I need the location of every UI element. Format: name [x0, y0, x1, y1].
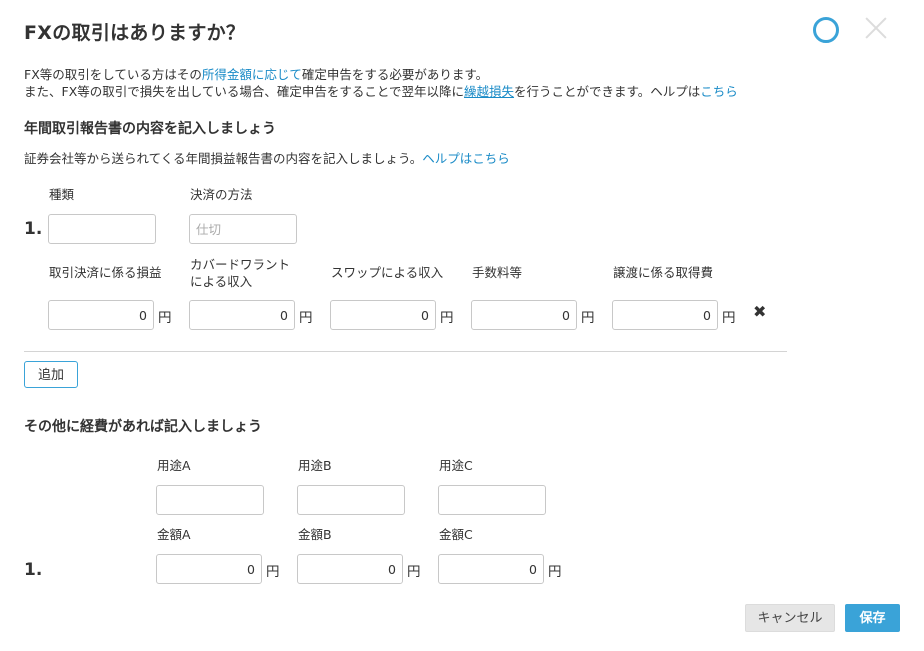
expense-section-title: その他に経費があれば記入しましょう	[24, 419, 262, 435]
dialog-title: FXの取引はありますか？	[24, 22, 246, 44]
amount-a-label: 金額A	[157, 527, 191, 542]
amount-c-label: 金額C	[439, 527, 473, 542]
yen-unit: 円	[407, 564, 421, 580]
settlement-method-label: 決済の方法	[190, 187, 253, 202]
yen-unit: 円	[581, 310, 595, 326]
status-circle-icon	[813, 17, 839, 43]
add-row-button[interactable]: 追加	[24, 361, 78, 388]
close-icon[interactable]	[862, 14, 890, 42]
intro-text: FX等の取引をしている方はその	[24, 67, 202, 82]
amount-a-input[interactable]	[156, 554, 262, 584]
purpose-a-input[interactable]	[156, 485, 264, 515]
income-amount-link[interactable]: 所得金額に応じて	[202, 67, 302, 82]
carryover-loss-link[interactable]: 繰越損失	[464, 84, 514, 99]
yen-unit: 円	[158, 310, 172, 326]
yen-unit: 円	[266, 564, 280, 580]
section-divider	[24, 351, 787, 352]
intro-text: を行うことができます。ヘルプは	[514, 84, 701, 99]
save-button[interactable]: 保存	[845, 604, 900, 632]
purpose-c-label: 用途C	[439, 458, 473, 473]
purpose-b-label: 用途B	[298, 458, 332, 473]
purpose-c-input[interactable]	[438, 485, 546, 515]
purpose-a-label: 用途A	[157, 458, 191, 473]
intro-text: また、FX等の取引で損失を出している場合、確定申告をすることで翌年以降に	[24, 84, 465, 99]
intro-text: 確定申告をする必要があります。	[301, 67, 489, 82]
report-help-link[interactable]: ヘルプはこちら	[422, 151, 510, 166]
swap-income-input[interactable]	[330, 300, 436, 330]
settlement-pl-input[interactable]	[48, 300, 154, 330]
acquisition-cost-input[interactable]	[612, 300, 718, 330]
yen-unit: 円	[548, 564, 562, 580]
purpose-b-input[interactable]	[297, 485, 405, 515]
yen-unit: 円	[299, 310, 313, 326]
acquisition-cost-label: 譲渡に係る取得費	[613, 265, 714, 280]
cancel-button[interactable]: キャンセル	[745, 604, 835, 632]
delete-row-icon[interactable]: ✖	[753, 302, 766, 321]
amount-b-label: 金額B	[298, 527, 332, 542]
settlement-pl-label: 取引決済に係る損益	[49, 265, 162, 280]
yen-unit: 円	[440, 310, 454, 326]
intro-line-2: また、FX等の取引で損失を出している場合、確定申告をすることで翌年以降に繰越損失…	[24, 81, 738, 100]
covered-warrant-label: カバードワラントによる収入	[190, 257, 291, 289]
help-link[interactable]: こちら	[700, 84, 738, 99]
amount-b-input[interactable]	[297, 554, 403, 584]
covered-warrant-input[interactable]	[189, 300, 295, 330]
report-row-number: 1.	[24, 219, 43, 239]
settlement-method-input[interactable]	[189, 214, 297, 244]
report-desc-text: 証券会社等から送られてくる年間損益報告書の内容を記入しましょう。	[24, 151, 423, 166]
kind-label: 種類	[49, 187, 75, 202]
fees-label: 手数料等	[472, 265, 523, 280]
amount-c-input[interactable]	[438, 554, 544, 584]
swap-income-label: スワップによる収入	[331, 265, 444, 280]
expense-row-number: 1.	[24, 560, 43, 580]
kind-input[interactable]	[48, 214, 156, 244]
report-section-title: 年間取引報告書の内容を記入しましょう	[24, 121, 276, 137]
yen-unit: 円	[722, 310, 736, 326]
report-section-desc: 証券会社等から送られてくる年間損益報告書の内容を記入しましょう。ヘルプはこちら	[24, 148, 510, 167]
fees-input[interactable]	[471, 300, 577, 330]
